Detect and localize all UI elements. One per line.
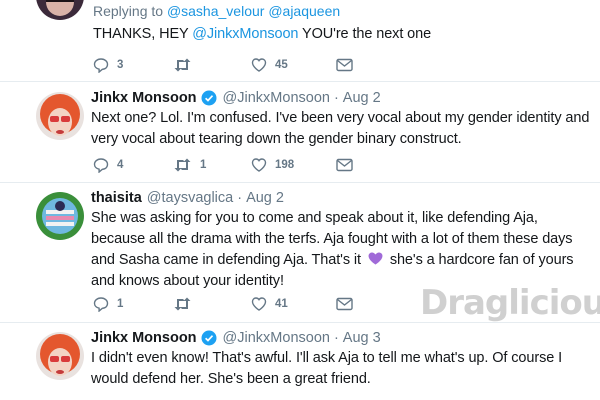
dm-button[interactable] — [336, 297, 353, 311]
reply-count: 3 — [117, 59, 124, 71]
verified-badge-icon — [201, 330, 217, 346]
mention-link[interactable]: @JinkxMonsoon — [192, 26, 298, 42]
like-count: 41 — [275, 298, 288, 310]
tweet-text-part: THANKS, HEY — [93, 26, 193, 42]
envelope-icon — [336, 297, 353, 311]
like-count: 45 — [275, 59, 288, 71]
retweet-button[interactable] — [173, 57, 251, 73]
divider — [0, 81, 600, 82]
user-handle[interactable]: @JinkxMonsoon — [223, 330, 330, 346]
retweet-icon — [174, 297, 191, 311]
replying-to-mentions[interactable]: @sasha_velour @ajaqueen — [167, 3, 340, 19]
replying-to-label: Replying to — [93, 3, 164, 19]
user-handle[interactable]: @JinkxMonsoon — [223, 90, 330, 106]
display-name[interactable]: thaisita — [91, 190, 142, 206]
reply-button[interactable]: 3 — [93, 57, 173, 73]
envelope-icon — [336, 158, 353, 172]
tweet-text-part: YOU're the next one — [298, 26, 432, 42]
tweet-actions-3-cropped — [93, 395, 353, 400]
separator-dot: · — [333, 330, 339, 346]
reply-icon — [93, 58, 109, 73]
like-button[interactable]: 41 — [251, 296, 336, 312]
like-button[interactable]: 45 — [251, 57, 336, 73]
retweet-icon — [174, 58, 191, 72]
reply-button[interactable]: 1 — [93, 296, 173, 312]
tweet-header: Jinkx Monsoon @JinkxMonsoon · Aug 2 — [91, 90, 592, 106]
heart-icon — [251, 297, 267, 311]
tweet-actions-2: 1 41 — [93, 295, 353, 313]
display-name[interactable]: Jinkx Monsoon — [91, 90, 197, 106]
tweet-text: I didn't even know! That's awful. I'll a… — [91, 350, 563, 387]
replying-to-line: Replying to @sasha_velour @ajaqueen — [93, 3, 340, 19]
tweet-date[interactable]: Aug 2 — [246, 190, 284, 206]
tweet-header: Jinkx Monsoon @JinkxMonsoon · Aug 3 — [91, 330, 592, 346]
avatar-thaisita[interactable] — [36, 192, 84, 240]
reply-count: 1 — [117, 298, 124, 310]
envelope-icon — [336, 58, 353, 72]
tweet-text: She was asking for you to come and speak… — [91, 208, 586, 292]
reply-icon — [93, 297, 109, 312]
dm-button[interactable] — [336, 158, 353, 172]
heart-icon — [251, 58, 267, 72]
avatar-top[interactable] — [36, 0, 84, 20]
watermark-logo: Draglicious — [420, 283, 600, 323]
tweet-date[interactable]: Aug 3 — [343, 330, 381, 346]
retweet-icon — [174, 158, 191, 172]
tweet-jinkx-2[interactable]: Jinkx Monsoon @JinkxMonsoon · Aug 3 I di… — [0, 328, 600, 400]
reply-count: 4 — [117, 159, 124, 171]
tweet-text: Next one? Lol. I'm confused. I've been v… — [91, 110, 590, 147]
display-name[interactable]: Jinkx Monsoon — [91, 330, 197, 346]
like-button[interactable]: 198 — [251, 157, 336, 173]
tweet-date[interactable]: Aug 2 — [343, 90, 381, 106]
divider — [0, 182, 600, 183]
reply-icon — [93, 158, 109, 173]
like-count: 198 — [275, 159, 295, 171]
user-handle[interactable]: @taysvaglica — [147, 190, 233, 206]
tweet-actions-top: 3 45 — [93, 56, 353, 74]
heart-icon — [251, 158, 267, 172]
retweet-button[interactable] — [173, 296, 251, 312]
verified-badge-icon — [201, 90, 217, 106]
separator-dot: · — [333, 90, 339, 106]
separator-dot: · — [237, 190, 243, 206]
tweet-header: thaisita @taysvaglica · Aug 2 — [91, 190, 592, 206]
dm-button[interactable] — [336, 58, 353, 72]
retweet-count: 1 — [200, 159, 207, 171]
tweet-text-top: THANKS, HEY @JinkxMonsoon YOU're the nex… — [93, 24, 431, 45]
avatar-jinkx[interactable] — [36, 92, 84, 140]
retweet-button[interactable]: 1 — [173, 157, 251, 173]
reply-button[interactable]: 4 — [93, 157, 173, 173]
avatar-jinkx[interactable] — [36, 332, 84, 380]
tweet-actions-1: 4 1 198 — [93, 156, 353, 174]
purple-heart-emoji — [368, 252, 383, 265]
